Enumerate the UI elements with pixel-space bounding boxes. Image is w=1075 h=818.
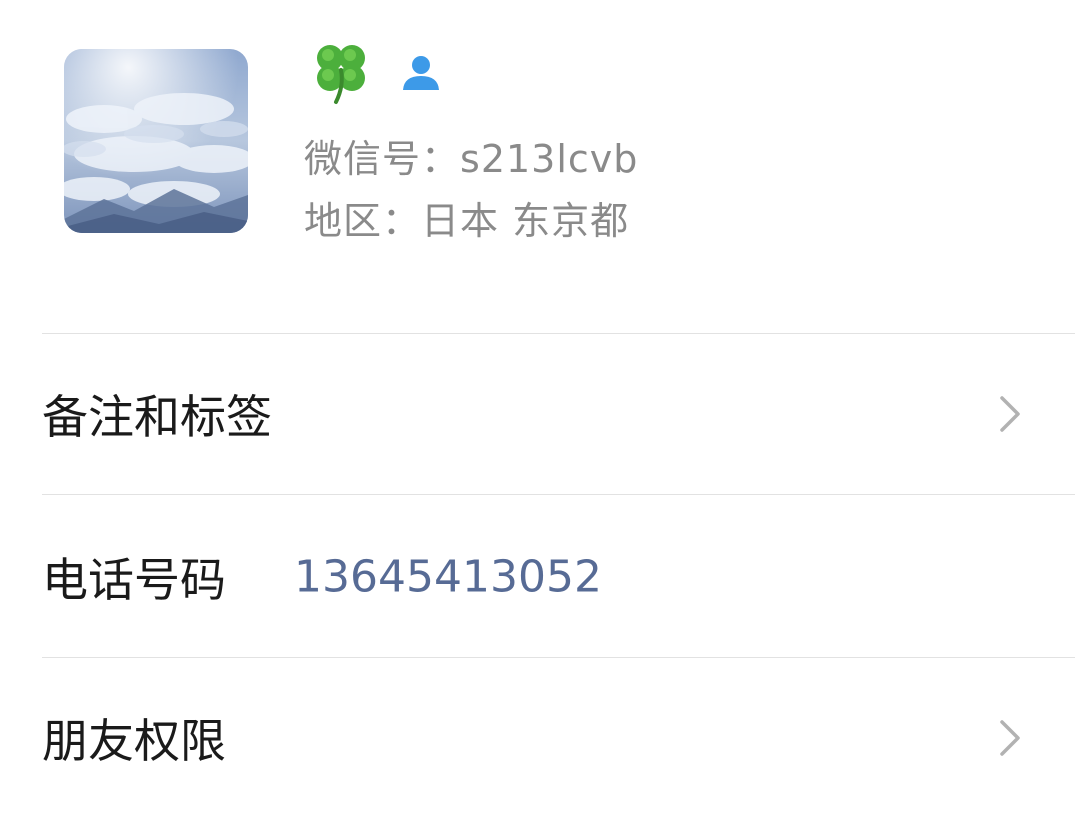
phone-number-link[interactable]: 13645413052 <box>294 552 602 603</box>
wechat-id-label: 微信号： <box>304 137 461 181</box>
wechat-id: 微信号：s213lcvb <box>304 128 638 183</box>
wechat-id-value: s213lcvb <box>460 137 639 181</box>
chevron-right-icon <box>1000 720 1020 756</box>
avatar-image <box>64 49 248 233</box>
divider <box>42 494 1075 495</box>
row-label: 备注和标签 <box>42 390 272 444</box>
row-phone-number: 电话号码 13645413052 <box>0 497 1075 657</box>
row-label: 朋友权限 <box>42 714 226 768</box>
region: 地区：日本 东京都 <box>304 190 629 245</box>
region-value: 日本 东京都 <box>421 199 630 243</box>
avatar[interactable] <box>64 49 248 233</box>
four-leaf-clover-icon <box>317 45 365 104</box>
row-label: 电话号码 <box>42 553 226 607</box>
chevron-right-icon <box>1000 396 1020 432</box>
row-remarks-and-tags[interactable]: 备注和标签 <box>0 334 1075 494</box>
contact-person-icon[interactable] <box>398 50 444 96</box>
region-label: 地区： <box>304 199 422 243</box>
row-friend-permissions[interactable]: 朋友权限 <box>0 658 1075 818</box>
profile-header: 微信号：s213lcvb 地区：日本 东京都 <box>0 0 1075 334</box>
